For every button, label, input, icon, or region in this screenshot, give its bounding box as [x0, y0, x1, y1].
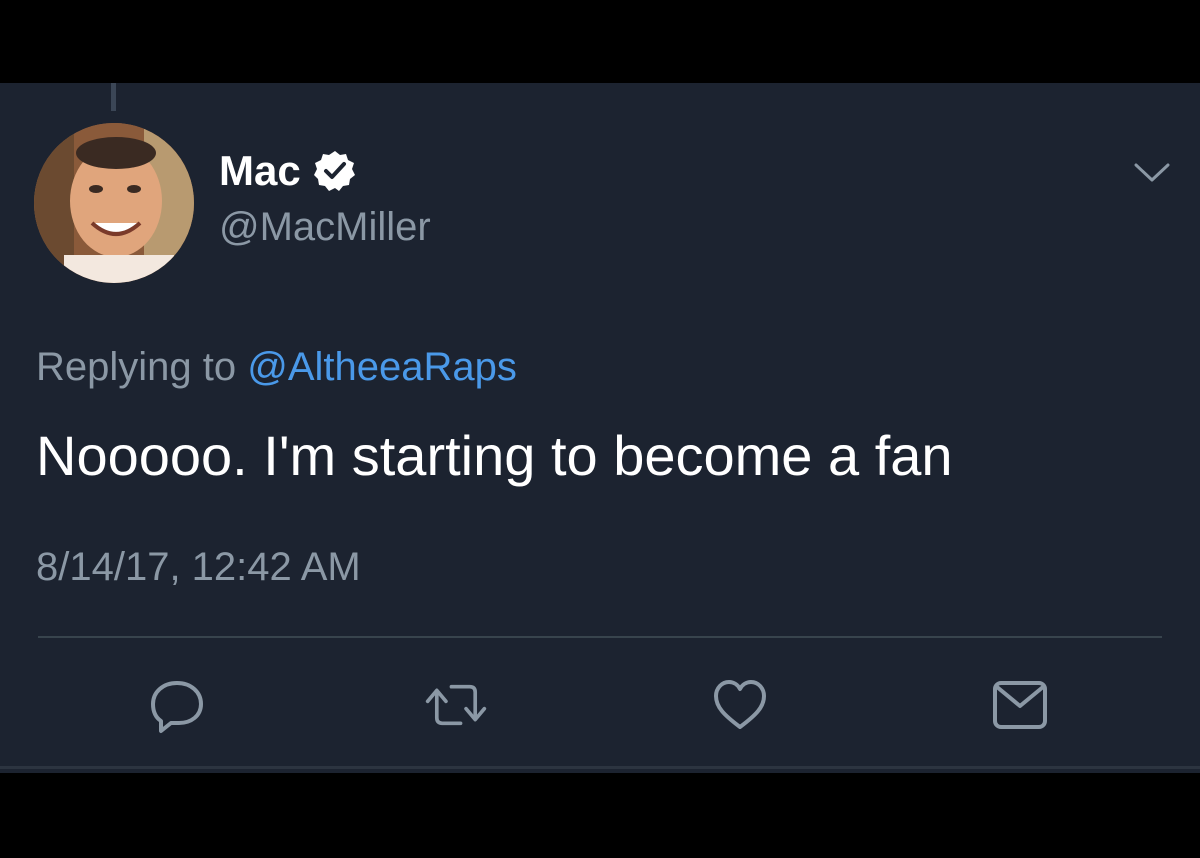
retweet-button[interactable]: [424, 673, 488, 737]
chevron-down-icon[interactable]: [1132, 161, 1172, 185]
replying-to-label: Replying to: [36, 345, 237, 389]
verified-badge-icon: [313, 149, 357, 193]
tweet-card: Mac @MacMiller Replying to @AltheeaRaps …: [0, 83, 1200, 773]
retweet-icon: [425, 684, 487, 726]
reply-mention-link[interactable]: @AltheeaRaps: [247, 345, 517, 389]
tweet-timestamp[interactable]: 8/14/17, 12:42 AM: [36, 541, 361, 593]
thread-connector-line: [111, 83, 116, 111]
user-handle[interactable]: @MacMiller: [219, 201, 431, 253]
message-button[interactable]: [988, 673, 1052, 737]
tweet-text: Nooooo. I'm starting to become a fan: [36, 424, 953, 487]
author-name-row[interactable]: Mac: [219, 145, 357, 197]
reply-button[interactable]: [145, 673, 209, 737]
divider: [38, 636, 1162, 638]
bottom-divider: [0, 766, 1200, 769]
avatar-image: [34, 123, 194, 283]
reply-icon: [151, 681, 203, 733]
replying-to-line: Replying to @AltheeaRaps: [36, 341, 517, 393]
like-icon: [714, 680, 766, 729]
message-icon: [993, 681, 1047, 729]
avatar[interactable]: [34, 123, 194, 283]
display-name[interactable]: Mac: [219, 145, 301, 197]
like-button[interactable]: [708, 673, 772, 737]
